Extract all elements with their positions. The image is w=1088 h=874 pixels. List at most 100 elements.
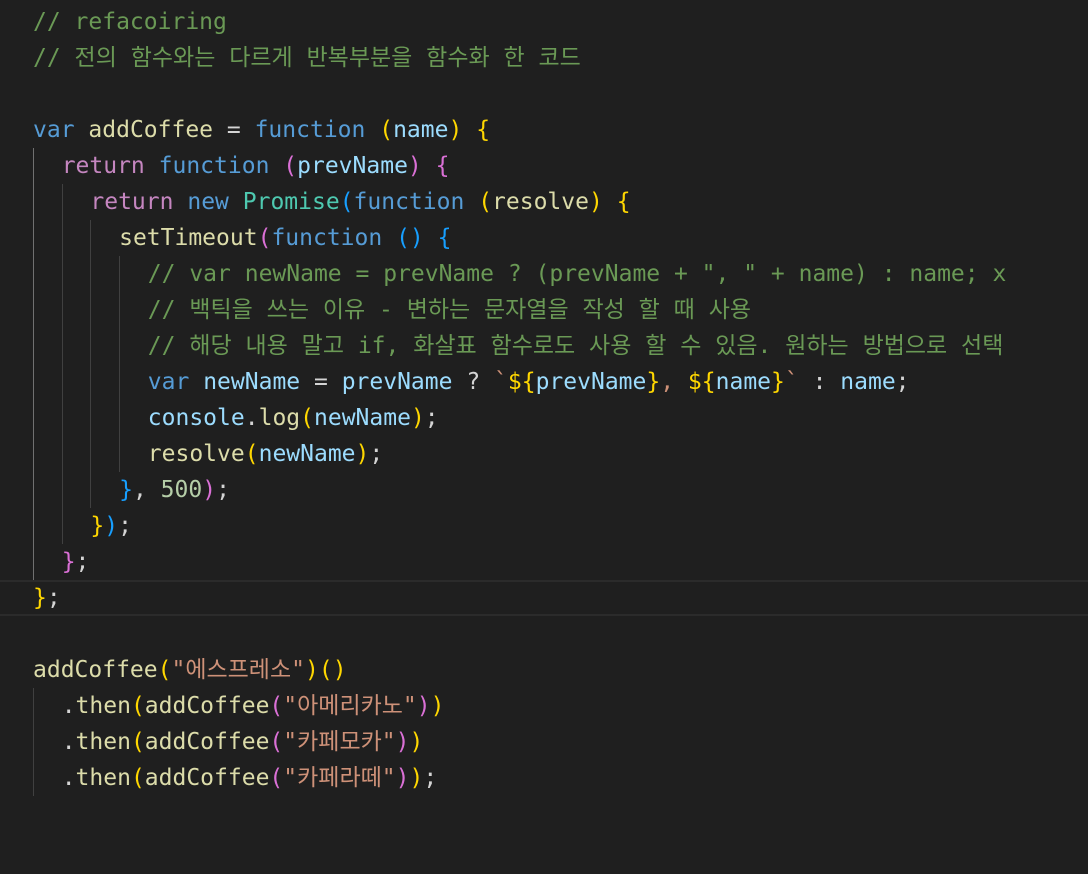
code-token: setTimeout <box>119 225 258 251</box>
code-line-content: return new Promise(function (resolve) { <box>90 184 630 220</box>
code-token: { <box>476 117 491 143</box>
code-token: "아메리카노" <box>283 693 417 719</box>
code-token: , <box>660 369 688 395</box>
code-line[interactable]: setTimeout(function () { <box>0 220 1088 256</box>
code-token: () <box>318 657 347 683</box>
code-line-content: // refacoiring <box>33 4 227 40</box>
code-token: console <box>147 405 245 431</box>
code-token: name <box>393 117 449 143</box>
code-token: ( <box>283 153 298 179</box>
code-line-content: }); <box>90 508 132 544</box>
code-token: ; <box>216 477 230 503</box>
code-token: , <box>132 477 161 503</box>
code-line-content: }; <box>62 544 90 580</box>
code-token: ) <box>410 405 425 431</box>
code-token: ( <box>130 693 145 719</box>
code-token: ) <box>588 189 603 215</box>
code-token: function <box>353 189 465 215</box>
code-token: addCoffee <box>33 657 158 683</box>
code-token: ? <box>452 369 495 395</box>
code-line-content: }, 500); <box>119 472 230 508</box>
code-line[interactable]: addCoffee("에스프레소")() <box>0 652 1088 688</box>
code-line[interactable]: return function (prevName) { <box>0 148 1088 184</box>
code-line[interactable]: }; <box>0 580 1088 616</box>
code-token: Promise <box>242 189 340 215</box>
code-line[interactable]: var newName = prevName ? `${prevName}, $… <box>0 364 1088 400</box>
code-line-content: return function (prevName) { <box>62 148 450 184</box>
code-line[interactable]: .then(addCoffee("카페라떼")); <box>0 760 1088 796</box>
code-token: name <box>840 369 896 395</box>
code-line[interactable]: // 전의 함수와는 다르게 반복부분을 함수화 한 코드 <box>0 40 1088 76</box>
code-line[interactable]: resolve(newName); <box>0 436 1088 472</box>
code-token: ) <box>395 729 410 755</box>
code-line[interactable]: console.log(newName); <box>0 400 1088 436</box>
code-token: ) <box>416 693 431 719</box>
code-token: ` <box>784 369 799 395</box>
code-token: prevName <box>535 369 647 395</box>
code-line[interactable]: // 해당 내용 말고 if, 화살표 함수로도 사용 할 수 있음. 원하는 … <box>0 328 1088 364</box>
code-token: ; <box>118 513 132 539</box>
code-token: ; <box>424 405 439 431</box>
code-line-content: addCoffee("에스프레소")() <box>33 652 347 688</box>
code-token: "에스프레소" <box>171 657 305 683</box>
code-line[interactable]: return new Promise(function (resolve) { <box>0 184 1088 220</box>
indent-guide <box>33 688 34 796</box>
code-token: ) <box>409 765 424 791</box>
code-token: ) <box>355 441 370 467</box>
code-token: then <box>75 693 131 719</box>
code-line[interactable] <box>0 76 1088 112</box>
code-token: function <box>158 153 270 179</box>
code-line[interactable]: .then(addCoffee("아메리카노")) <box>0 688 1088 724</box>
code-editor[interactable]: // refacoiring // 전의 함수와는 다르게 반복부분을 함수화 한… <box>0 0 1088 874</box>
indent-guide <box>90 220 92 508</box>
code-token: ( <box>269 765 284 791</box>
code-token: ( <box>157 657 172 683</box>
code-token: ) <box>407 153 422 179</box>
code-token: newName <box>203 369 301 395</box>
code-line[interactable] <box>0 616 1088 652</box>
code-token: ) <box>104 513 119 539</box>
code-line-content: setTimeout(function () { <box>119 220 451 256</box>
code-line[interactable]: // var newName = prevName ? (prevName + … <box>0 256 1088 292</box>
code-token: . <box>244 405 259 431</box>
code-token: } <box>646 369 661 395</box>
indent-guide <box>33 148 34 580</box>
code-token: } <box>771 369 785 395</box>
code-line[interactable]: }, 500); <box>0 472 1088 508</box>
code-token: then <box>75 729 131 755</box>
code-line[interactable]: }); <box>0 508 1088 544</box>
code-line[interactable]: // 백틱을 쓰는 이유 - 변하는 문자열을 작성 할 때 사용 <box>0 292 1088 328</box>
code-token: = <box>300 369 342 395</box>
code-line-content: .then(addCoffee("카페라떼")); <box>62 760 438 796</box>
code-token: ) <box>202 477 217 503</box>
code-token: ; <box>46 585 61 611</box>
code-line-content: .then(addCoffee("카페모카")) <box>62 724 424 760</box>
code-token: // refacoiring <box>33 9 227 35</box>
code-line[interactable]: var addCoffee = function (name) { <box>0 112 1088 148</box>
code-token: ( <box>339 189 354 215</box>
code-line-content: var newName = prevName ? `${prevName}, $… <box>148 364 910 400</box>
code-line-content: // 백틱을 쓰는 이유 - 변하는 문자열을 작성 할 때 사용 <box>148 292 751 328</box>
code-token: then <box>75 765 131 791</box>
code-token: resolve <box>492 189 589 215</box>
code-token: "카페라떼" <box>283 765 396 791</box>
code-token: ) <box>395 765 410 791</box>
code-token: { <box>435 153 450 179</box>
code-line-content: }; <box>33 582 61 614</box>
code-line[interactable]: }; <box>0 544 1088 580</box>
code-line[interactable]: // refacoiring <box>0 4 1088 40</box>
code-token: var <box>147 369 190 395</box>
code-line[interactable]: .then(addCoffee("카페모카")) <box>0 724 1088 760</box>
code-token: prevName <box>341 369 453 395</box>
code-token: : <box>798 369 841 395</box>
code-token: var <box>33 117 75 143</box>
code-token: // 백틱을 쓰는 이유 - 변하는 문자열을 작성 할 때 사용 <box>147 297 752 323</box>
code-token: { <box>437 225 452 251</box>
